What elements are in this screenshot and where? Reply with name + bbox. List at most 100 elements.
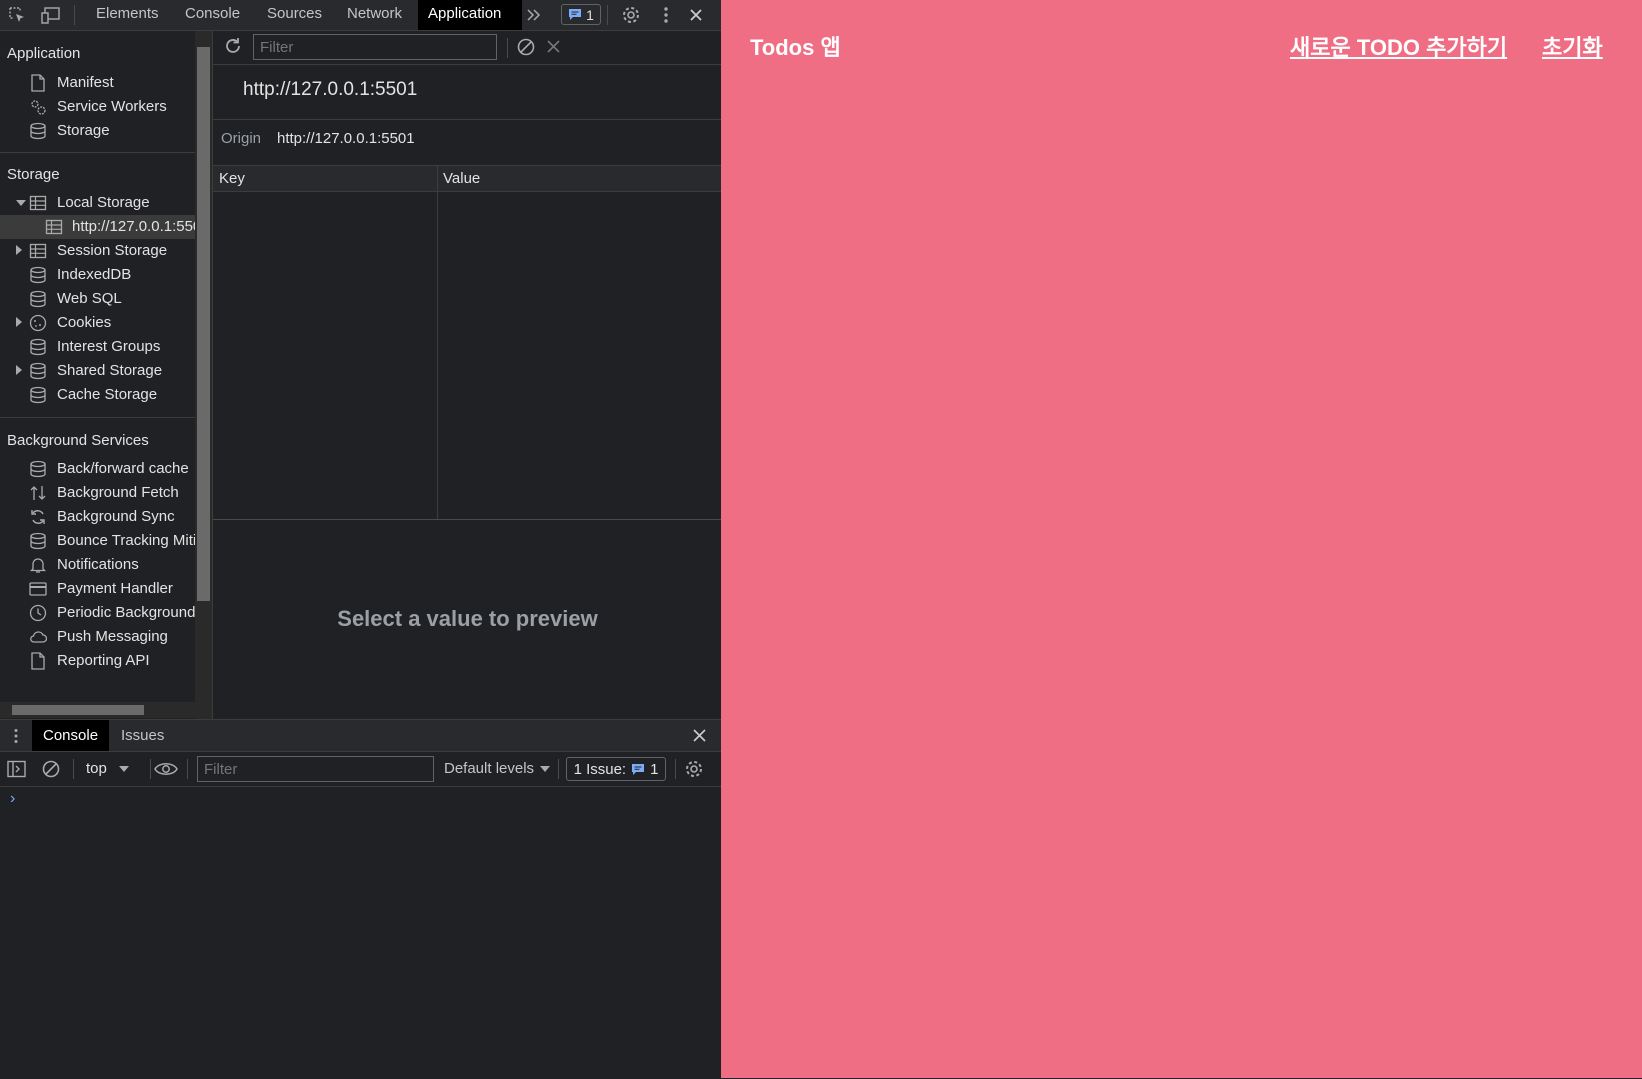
issues-count: 1 [650, 760, 659, 778]
dropdown-arrow-icon [540, 766, 551, 772]
close-devtools-icon[interactable] [684, 3, 708, 27]
column-header-key[interactable]: Key [219, 170, 245, 187]
scrollbar-thumb[interactable] [197, 47, 210, 601]
sidebar-vertical-scrollbar[interactable] [195, 31, 212, 720]
column-divider[interactable] [437, 166, 438, 519]
console-toolbar: top Default levels 1 Issue: 1 [0, 752, 721, 787]
sidebar-item-push-messaging[interactable]: Push Messaging [0, 625, 195, 649]
app-title: Todos 앱 [750, 35, 841, 60]
sidebar-item-service-workers[interactable]: Service Workers [0, 95, 195, 119]
sidebar-item-reporting-api[interactable]: Reporting API [0, 649, 195, 673]
device-toolbar-icon[interactable] [39, 3, 63, 27]
origin-value: http://127.0.0.1:5501 [277, 130, 415, 147]
sidebar-item-label: Web SQL [57, 290, 122, 307]
sidebar-item-label: Notifications [57, 556, 139, 573]
sidebar-item-cache-storage[interactable]: Cache Storage [0, 383, 195, 407]
credit-card-icon [29, 582, 47, 596]
settings-icon[interactable] [619, 3, 643, 27]
log-levels-value: Default levels [444, 760, 535, 777]
sidebar-item-label: Push Messaging [57, 628, 168, 645]
toolbar-divider [150, 759, 151, 779]
console-prompt[interactable]: › [10, 790, 15, 808]
console-filter-input[interactable] [197, 756, 434, 782]
tab-sources[interactable]: Sources [257, 0, 332, 30]
sidebar-item-manifest[interactable]: Manifest [0, 71, 195, 95]
sidebar-item-storage[interactable]: Storage [0, 119, 195, 143]
sidebar-item-payment-handler[interactable]: Payment Handler [0, 577, 195, 601]
storage-filter-input[interactable] [253, 34, 497, 60]
sidebar-item-back-forward-cache[interactable]: Back/forward cache [0, 457, 195, 481]
sidebar-item-background-fetch[interactable]: Background Fetch [0, 481, 195, 505]
live-expression-eye-icon[interactable] [154, 759, 178, 784]
application-sidebar: Application Manifest Service Workers Sto… [0, 31, 195, 719]
tab-network[interactable]: Network [337, 0, 412, 30]
sidebar-item-session-storage[interactable]: Session Storage [0, 239, 195, 263]
more-options-icon[interactable] [654, 3, 678, 27]
sidebar-item-shared-storage[interactable]: Shared Storage [0, 359, 195, 383]
sidebar-item-background-sync[interactable]: Background Sync [0, 505, 195, 529]
cookie-icon [29, 314, 47, 332]
sidebar-item-interest-groups[interactable]: Interest Groups [0, 335, 195, 359]
toolbar-divider [607, 5, 608, 25]
expand-arrow-icon[interactable] [16, 317, 22, 327]
sidebar-item-label: Reporting API [57, 652, 150, 669]
expand-arrow-icon[interactable] [16, 365, 22, 375]
devtools-toolbar: Elements Console Sources Network Applica… [0, 0, 721, 31]
toolbar-divider [73, 759, 74, 779]
clear-console-icon[interactable] [41, 759, 61, 784]
sidebar-item-websql[interactable]: Web SQL [0, 287, 195, 311]
table-icon [45, 219, 63, 235]
console-issues-button[interactable]: 1 Issue: 1 [566, 757, 666, 781]
sidebar-horizontal-scrollbar[interactable] [0, 702, 195, 718]
expand-arrow-icon[interactable] [16, 200, 26, 206]
table-header: Key Value [213, 166, 722, 192]
tab-elements[interactable]: Elements [86, 0, 169, 30]
add-todo-link[interactable]: 새로운 TODO 추가하기 [1290, 30, 1507, 62]
key-value-table[interactable]: Key Value [213, 165, 722, 520]
tab-console[interactable]: Console [175, 0, 250, 30]
value-preview-placeholder: Select a value to preview [337, 605, 598, 631]
inspect-element-icon[interactable] [5, 3, 29, 27]
close-drawer-icon[interactable] [692, 728, 707, 748]
drawer-menu-icon[interactable] [13, 728, 19, 749]
toolbar-divider [507, 38, 508, 58]
origin-label: Origin [221, 130, 262, 147]
more-tabs-icon[interactable] [522, 3, 546, 27]
sidebar-item-local-origin[interactable]: http://127.0.0.1:5501 [0, 215, 195, 239]
reset-link[interactable]: 초기화 [1542, 30, 1603, 62]
drawer-tab-issues[interactable]: Issues [110, 720, 175, 751]
sidebar-item-label: Interest Groups [57, 338, 161, 355]
sidebar-item-notifications[interactable]: Notifications [0, 553, 195, 577]
sidebar-item-indexeddb[interactable]: IndexedDB [0, 263, 195, 287]
scrollbar-thumb[interactable] [12, 705, 144, 715]
message-icon [632, 763, 645, 775]
storage-toolbar [213, 31, 722, 65]
database-icon [30, 338, 46, 356]
clear-all-icon[interactable] [516, 37, 536, 62]
tab-application[interactable]: Application [418, 0, 522, 30]
cloud-icon [30, 631, 47, 643]
sidebar-item-label: Service Workers [57, 98, 167, 115]
sidebar-item-label: Shared Storage [57, 362, 163, 379]
sidebar-item-bounce-tracking[interactable]: Bounce Tracking Mitigations [0, 529, 195, 553]
log-levels-dropdown[interactable]: Default levels [444, 760, 551, 777]
bell-icon [29, 558, 47, 573]
issues-counter-button[interactable]: 1 [561, 4, 601, 25]
storage-view: http://127.0.0.1:5501 Origin http://127.… [212, 31, 722, 719]
drawer-tab-console[interactable]: Console [32, 720, 110, 751]
expand-arrow-icon[interactable] [16, 245, 22, 255]
console-settings-icon[interactable] [684, 759, 704, 784]
delete-selected-icon[interactable] [546, 39, 561, 59]
sidebar-item-label: Background Sync [57, 508, 175, 525]
sync-icon [31, 510, 45, 524]
context-selector[interactable]: top [86, 760, 130, 777]
sidebar-section-application: Application [7, 45, 81, 62]
sidebar-toggle-icon[interactable] [7, 760, 26, 783]
sidebar-item-periodic-background-sync[interactable]: Periodic Background Sync [0, 601, 195, 625]
column-header-value[interactable]: Value [443, 170, 480, 187]
sidebar-item-label: Cookies [57, 314, 112, 331]
context-value: top [86, 760, 107, 777]
refresh-icon[interactable] [223, 36, 243, 61]
sidebar-item-cookies[interactable]: Cookies [0, 311, 195, 335]
sidebar-item-local-storage[interactable]: Local Storage [0, 191, 195, 215]
